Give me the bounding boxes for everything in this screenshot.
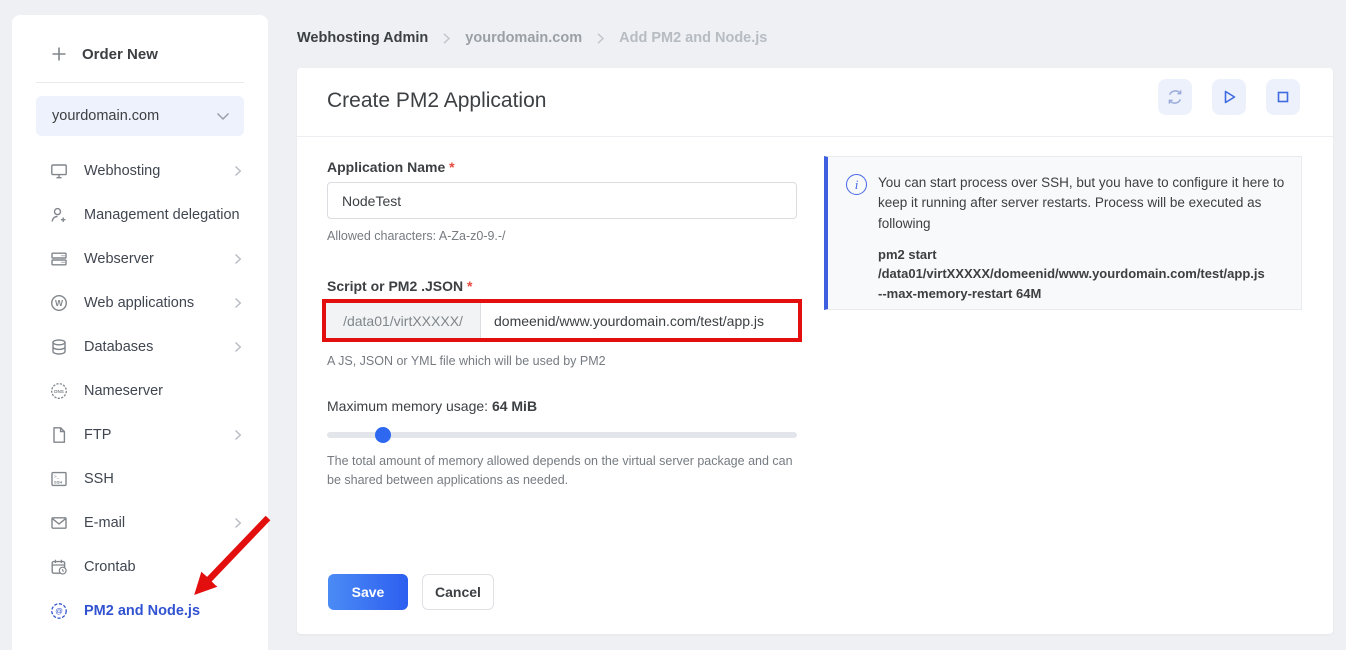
app-window: Order New yourdomain.com Webhosting	[0, 0, 1346, 650]
script-label: Script or PM2 .JSON *	[327, 278, 473, 294]
sidebar-item-crontab[interactable]: Crontab	[12, 545, 268, 589]
breadcrumb: Webhosting Admin yourdomain.com Add PM2 …	[297, 30, 767, 46]
card-header: Create PM2 Application	[297, 68, 1333, 137]
sidebar-item-nameserver[interactable]: DNS Nameserver	[12, 369, 268, 413]
page-title: Create PM2 Application	[327, 89, 546, 113]
domain-selector[interactable]: yourdomain.com	[36, 96, 244, 136]
order-new-label: Order New	[82, 46, 158, 63]
sidebar-item-web-applications[interactable]: W Web applications	[12, 281, 268, 325]
sidebar-item-databases[interactable]: Databases	[12, 325, 268, 369]
script-path-prefix: /data01/virtXXXXX/	[326, 303, 481, 338]
dns-icon: DNS	[50, 382, 68, 400]
play-icon	[1219, 87, 1239, 107]
create-pm2-card: Create PM2 Application	[297, 68, 1333, 634]
info-icon: i	[846, 174, 867, 195]
svg-text:W: W	[55, 298, 64, 308]
required-mark: *	[467, 278, 472, 294]
file-icon	[50, 426, 68, 444]
info-text: You can start process over SSH, but you …	[878, 173, 1291, 234]
chevron-right-icon	[234, 429, 242, 441]
chevron-right-icon	[234, 297, 242, 309]
user-plus-icon	[50, 206, 68, 224]
memory-usage-label: Maximum memory usage: 64 MiB	[327, 398, 537, 414]
chevron-right-icon	[442, 32, 451, 45]
sidebar-item-ftp[interactable]: FTP	[12, 413, 268, 457]
calendar-clock-icon	[50, 558, 68, 576]
required-mark: *	[449, 159, 454, 175]
sidebar-item-label: Webserver	[84, 251, 218, 267]
sidebar-item-management-delegation[interactable]: Management delegation	[12, 193, 268, 237]
script-helper: A JS, JSON or YML file which will be use…	[327, 352, 606, 371]
sidebar-item-label: PM2 and Node.js	[84, 603, 242, 619]
svg-text:DNS: DNS	[54, 389, 64, 394]
sidebar-item-email[interactable]: E-mail	[12, 501, 268, 545]
memory-usage-value: 64 MiB	[492, 398, 537, 414]
annotation-highlight-box: /data01/virtXXXXX/	[322, 299, 802, 342]
stop-process-button[interactable]	[1266, 79, 1300, 115]
order-new-button[interactable]: Order New	[50, 45, 158, 63]
svg-text:SSH: SSH	[54, 479, 62, 484]
sidebar-item-label: SSH	[84, 471, 242, 487]
chevron-right-icon	[596, 32, 605, 45]
breadcrumb-item-domain[interactable]: yourdomain.com	[465, 30, 582, 46]
chevron-right-icon	[234, 165, 242, 177]
divider	[36, 82, 244, 83]
sidebar-item-pm2-nodejs[interactable]: @ PM2 and Node.js	[12, 589, 268, 633]
sidebar-item-label: Databases	[84, 339, 218, 355]
sidebar-item-label: Crontab	[84, 559, 242, 575]
domain-selector-value: yourdomain.com	[52, 108, 216, 124]
chevron-right-icon	[234, 341, 242, 353]
info-box: i You can start process over SSH, but yo…	[824, 156, 1302, 310]
memory-helper: The total amount of memory allowed depen…	[327, 452, 802, 491]
slider-track	[327, 432, 797, 438]
breadcrumb-item-current: Add PM2 and Node.js	[619, 30, 767, 46]
plus-icon	[50, 45, 68, 63]
sidebar-item-label: FTP	[84, 427, 218, 443]
application-name-input[interactable]	[327, 182, 797, 219]
form-actions: Save Cancel	[328, 574, 494, 610]
refresh-icon	[1165, 87, 1185, 107]
breadcrumb-item-root[interactable]: Webhosting Admin	[297, 30, 428, 46]
terminal-ssh-icon: >_ SSH	[50, 470, 68, 488]
database-icon	[50, 338, 68, 356]
memory-slider-thumb[interactable]	[375, 427, 391, 443]
chevron-down-icon	[216, 112, 230, 121]
svg-text:>_: >_	[54, 474, 60, 479]
pm2-command: pm2 start /data01/virtXXXXX/domeenid/www…	[878, 245, 1291, 304]
sidebar-item-label: E-mail	[84, 515, 218, 531]
application-name-helper: Allowed characters: A-Za-z0-9.-/	[327, 227, 506, 246]
sidebar-item-label: Management delegation	[84, 207, 242, 223]
memory-slider[interactable]	[327, 427, 797, 443]
chevron-right-icon	[234, 253, 242, 265]
cancel-button[interactable]: Cancel	[422, 574, 494, 610]
application-name-label: Application Name *	[327, 159, 455, 175]
stop-icon	[1273, 87, 1293, 107]
sidebar: Order New yourdomain.com Webhosting	[12, 15, 268, 650]
start-process-button[interactable]	[1212, 79, 1246, 115]
sidebar-item-label: Nameserver	[84, 383, 242, 399]
sidebar-item-label: Web applications	[84, 295, 218, 311]
sidebar-item-label: Webhosting	[84, 163, 218, 179]
wordpress-icon: W	[50, 294, 68, 312]
envelope-icon	[50, 514, 68, 532]
sidebar-item-ssh[interactable]: >_ SSH SSH	[12, 457, 268, 501]
sidebar-nav: Webhosting Management delegation	[12, 149, 268, 633]
process-toolbar	[1158, 79, 1300, 115]
script-path-input[interactable]	[481, 303, 798, 338]
server-icon	[50, 250, 68, 268]
sidebar-item-webhosting[interactable]: Webhosting	[12, 149, 268, 193]
chevron-right-icon	[234, 517, 242, 529]
refresh-button[interactable]	[1158, 79, 1192, 115]
svg-text:@: @	[55, 607, 63, 616]
sidebar-item-webserver[interactable]: Webserver	[12, 237, 268, 281]
monitor-icon	[50, 162, 68, 180]
nodejs-icon: @	[50, 602, 68, 620]
save-button[interactable]: Save	[328, 574, 408, 610]
